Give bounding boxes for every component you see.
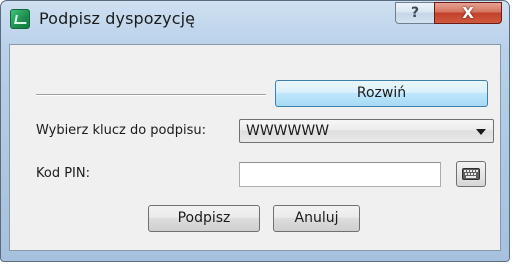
close-button[interactable]: X — [434, 2, 502, 24]
app-icon — [10, 9, 30, 29]
title-bar[interactable]: Podpisz dyspozycję ? X — [1, 1, 509, 39]
key-select-label: Wybierz klucz do podpisu: — [36, 123, 207, 138]
cancel-button[interactable]: Anuluj — [273, 205, 360, 232]
help-button[interactable]: ? — [395, 2, 435, 24]
keyboard-icon — [462, 168, 480, 180]
dialog-window: Podpisz dyspozycję ? X Rozwiń Wybierz kl… — [0, 0, 510, 262]
key-select[interactable]: WWWWWW — [239, 119, 494, 143]
sign-button[interactable]: Podpisz — [148, 205, 260, 232]
expand-button[interactable]: Rozwiń — [275, 80, 488, 107]
chevron-down-icon — [476, 129, 486, 135]
key-select-value: WWWWWW — [246, 123, 330, 139]
pin-label: Kod PIN: — [36, 166, 90, 181]
pin-input[interactable] — [239, 162, 441, 187]
separator-line — [36, 94, 266, 96]
virtual-keyboard-button[interactable] — [456, 161, 486, 187]
dialog-body: Rozwiń Wybierz klucz do podpisu: WWWWWW … — [9, 44, 501, 251]
window-title: Podpisz dyspozycję — [39, 9, 196, 28]
